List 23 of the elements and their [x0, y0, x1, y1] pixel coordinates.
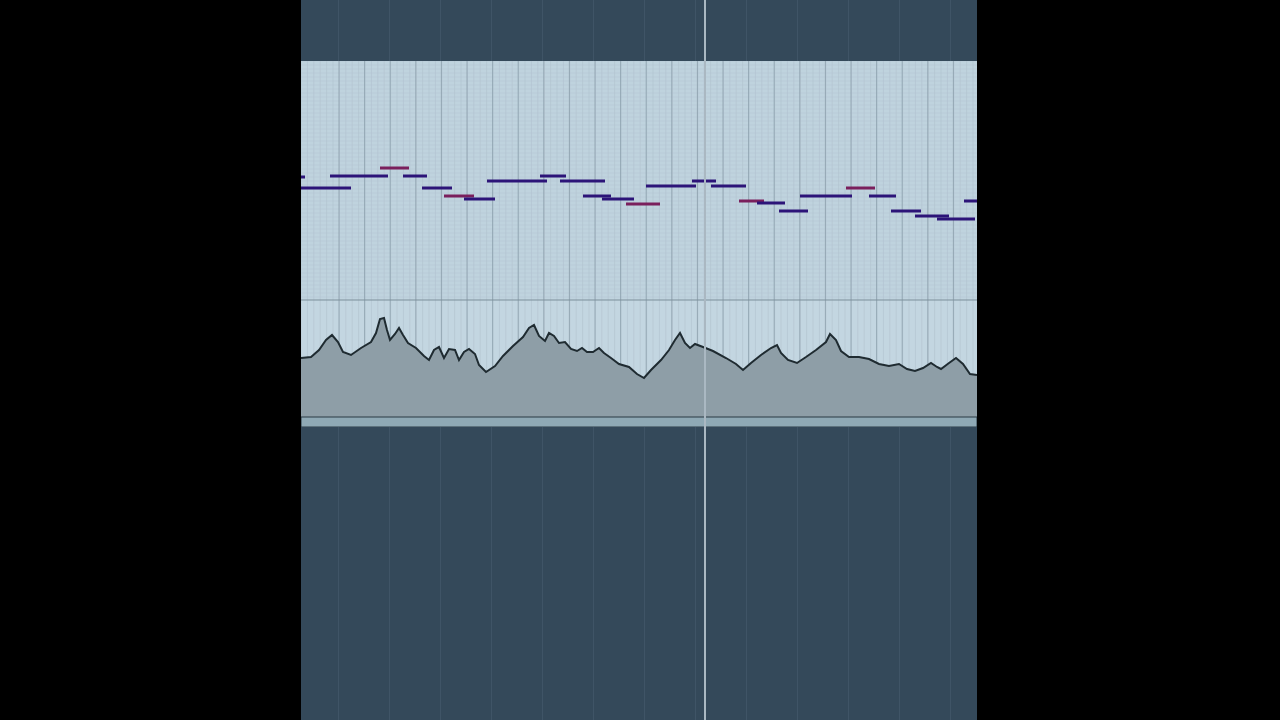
note-bar[interactable]: [692, 179, 716, 183]
note-bar[interactable]: [964, 199, 977, 203]
note-bar[interactable]: [301, 175, 305, 179]
note-bar[interactable]: [583, 194, 611, 198]
note-bar[interactable]: [869, 194, 896, 198]
note-bar[interactable]: [711, 184, 746, 188]
note-bar[interactable]: [487, 179, 547, 183]
note-bar[interactable]: [540, 174, 566, 178]
note-bar[interactable]: [915, 214, 949, 218]
note-bar[interactable]: [422, 186, 452, 190]
note-bar[interactable]: [464, 197, 495, 201]
note-bar[interactable]: [779, 209, 808, 213]
note-bar[interactable]: [800, 194, 852, 198]
note-bar[interactable]: [602, 197, 634, 201]
note-bar[interactable]: [403, 174, 427, 178]
note-bar[interactable]: [739, 199, 764, 203]
note-bar[interactable]: [891, 209, 921, 213]
note-bar[interactable]: [560, 179, 605, 183]
note-bar[interactable]: [301, 186, 351, 190]
note-bar[interactable]: [646, 184, 696, 188]
note-bar[interactable]: [937, 217, 975, 221]
note-bar[interactable]: [330, 174, 388, 178]
note-bar[interactable]: [757, 201, 785, 205]
